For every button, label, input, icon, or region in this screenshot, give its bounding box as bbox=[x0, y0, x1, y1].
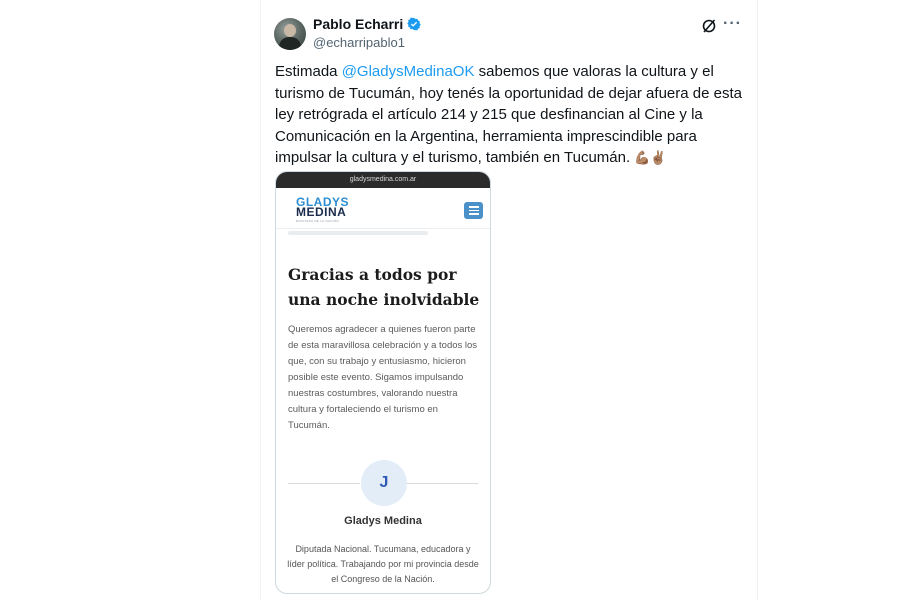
author-name-row[interactable]: Pablo Echarri bbox=[313, 16, 421, 32]
site-header: GLADYS MEDINA DIPUTADA DE LA NACIÓN bbox=[276, 188, 490, 229]
menu-hamburger-icon bbox=[464, 202, 483, 219]
author-initial-avatar: J bbox=[361, 460, 407, 506]
article-title: Gracias a todos por una noche inolvidabl… bbox=[288, 265, 480, 309]
article-author-bio: Diputada Nacional. Tucumana, educadora y… bbox=[287, 544, 479, 584]
author-avatar[interactable] bbox=[274, 18, 306, 50]
article-author-name: Gladys Medina bbox=[344, 515, 422, 527]
tweet-text-start: Estimada bbox=[275, 63, 342, 80]
timeline-left-border bbox=[260, 0, 261, 600]
site-logo-line2: MEDINA bbox=[296, 205, 347, 219]
browser-url-bar: gladysmedina.com.ar bbox=[276, 172, 490, 188]
site-logo-tagline: DIPUTADA DE LA NACIÓN bbox=[296, 219, 339, 223]
attached-image[interactable]: gladysmedina.com.ar GLADYS MEDINA DIPUTA… bbox=[275, 171, 491, 594]
grok-icon[interactable] bbox=[701, 18, 717, 34]
emoji-icons: 💪🏽✌🏽 bbox=[634, 150, 667, 165]
tweet-text: Estimada @GladysMedinaOK sabemos que val… bbox=[275, 61, 745, 169]
timeline-right-border bbox=[757, 0, 758, 600]
more-options-icon[interactable]: ··· bbox=[723, 15, 742, 33]
divider-right bbox=[406, 483, 478, 484]
author-handle[interactable]: @echarripablo1 bbox=[313, 35, 405, 50]
faded-text-line bbox=[288, 231, 428, 235]
verified-badge-icon bbox=[407, 17, 421, 31]
author-name[interactable]: Pablo Echarri bbox=[313, 16, 403, 32]
divider-left bbox=[288, 483, 360, 484]
mention-link[interactable]: @GladysMedinaOK bbox=[342, 63, 475, 80]
article-body: Queremos agradecer a quienes fueron part… bbox=[288, 324, 478, 431]
